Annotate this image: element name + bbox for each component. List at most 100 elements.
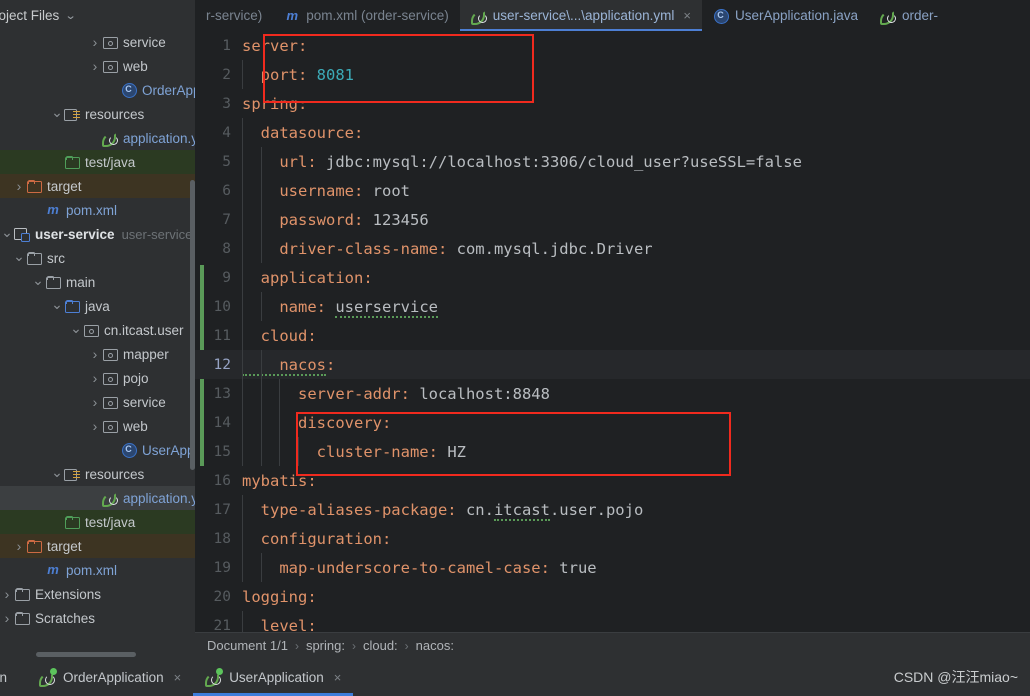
tree-item-label: test/java xyxy=(85,154,136,170)
tree-item-label: pom.xml xyxy=(66,562,118,578)
close-icon[interactable]: × xyxy=(334,670,342,685)
resources-folder-icon xyxy=(64,106,80,122)
chevron-right-icon[interactable] xyxy=(12,179,26,194)
project-panel-header[interactable]: roject Files ⌄ xyxy=(0,0,195,30)
package-icon xyxy=(83,322,99,338)
code-line[interactable]: 7 password: 123456 xyxy=(195,205,1030,234)
tree-item-pojo[interactable]: pojo xyxy=(0,366,195,390)
chevron-right-icon[interactable] xyxy=(88,35,102,50)
tree-item-userapplica[interactable]: UserApplica xyxy=(0,438,195,462)
chevron-down-icon[interactable] xyxy=(50,299,64,314)
tree-item-cn-itcast-user[interactable]: cn.itcast.user xyxy=(0,318,195,342)
tree-item-pom-xml[interactable]: m pom.xml xyxy=(0,558,195,582)
code-line[interactable]: 18 configuration: xyxy=(195,524,1030,553)
tree-item-web[interactable]: web xyxy=(0,54,195,78)
folder-icon xyxy=(26,538,42,554)
chevron-right-icon[interactable] xyxy=(88,347,102,362)
code-line[interactable]: 13 server-addr: localhost:8848 xyxy=(195,379,1030,408)
project-tree[interactable]: service web OrderApplic resources applicatio… xyxy=(0,30,195,642)
tree-item-java[interactable]: java xyxy=(0,294,195,318)
chevron-down-icon[interactable] xyxy=(69,323,83,338)
code-line[interactable]: 19 map-underscore-to-camel-case: true xyxy=(195,553,1030,582)
tree-item-target[interactable]: target xyxy=(0,174,195,198)
breadcrumb-item-nacos[interactable]: nacos: xyxy=(416,638,454,653)
tree-item-src[interactable]: src xyxy=(0,246,195,270)
code-line[interactable]: 15 cluster-name: HZ xyxy=(195,437,1030,466)
chevron-right-icon[interactable] xyxy=(88,371,102,386)
editor-tab-pom-xml-order-service[interactable]: m pom.xml (order-service) xyxy=(273,0,460,31)
chevron-down-icon[interactable] xyxy=(50,467,64,482)
code-line[interactable]: 21 level: xyxy=(195,611,1030,632)
chevron-right-icon[interactable] xyxy=(0,611,14,626)
editor-tab-order[interactable]: order- xyxy=(869,0,949,31)
close-icon[interactable]: × xyxy=(683,8,691,23)
tree-item-web[interactable]: web xyxy=(0,414,195,438)
indent-guide xyxy=(242,176,243,205)
code-line-text: application: xyxy=(242,269,373,287)
code-line[interactable]: 4 datasource: xyxy=(195,118,1030,147)
code-line[interactable]: 2 port: 8081 xyxy=(195,60,1030,89)
tree-item-label: application.yml xyxy=(123,130,195,146)
tree-item-service[interactable]: service xyxy=(0,30,195,54)
code-line[interactable]: 17 type-aliases-package: cn.itcast.user.… xyxy=(195,495,1030,524)
tree-item-service[interactable]: service xyxy=(0,390,195,414)
chevron-right-icon[interactable] xyxy=(88,395,102,410)
breadcrumb-item-spring[interactable]: spring: xyxy=(306,638,345,653)
chevron-right-icon[interactable] xyxy=(0,587,14,602)
chevron-down-icon[interactable] xyxy=(12,251,26,266)
code-line[interactable]: 14 discovery: xyxy=(195,408,1030,437)
tree-item-user-service[interactable]: user-service user-service xyxy=(0,222,195,246)
tree-item-application-yml[interactable]: application.yml xyxy=(0,126,195,150)
code-line[interactable]: 8 driver-class-name: com.mysql.jdbc.Driv… xyxy=(195,234,1030,263)
chevron-down-icon[interactable] xyxy=(31,275,45,290)
tree-item-target[interactable]: target xyxy=(0,534,195,558)
tree-item-test-java[interactable]: test/java xyxy=(0,150,195,174)
tree-item-test-java[interactable]: test/java xyxy=(0,510,195,534)
editor-tab-userapplication-java[interactable]: UserApplication.java xyxy=(702,0,869,31)
tree-item-resources[interactable]: resources xyxy=(0,462,195,486)
tree-item-extensions[interactable]: Extensions xyxy=(0,582,195,606)
editor-tab-user-service-application-yml[interactable]: user-service\...\application.yml × xyxy=(459,0,703,31)
code-line[interactable]: 16 mybatis: xyxy=(195,466,1030,495)
code-content[interactable]: 1 server: 2 port: 8081 3 spring: 4 datasource… xyxy=(195,31,1030,632)
code-line[interactable]: 9 application: xyxy=(195,263,1030,292)
chevron-right-icon[interactable] xyxy=(88,59,102,74)
run-tab-userapplication[interactable]: UserApplication × xyxy=(193,658,354,696)
indent-guide xyxy=(242,147,243,176)
line-number: 7 xyxy=(222,211,231,228)
code-line[interactable]: 3 spring: xyxy=(195,89,1030,118)
close-icon[interactable]: × xyxy=(174,670,182,685)
line-number: 1 xyxy=(222,37,231,54)
tree-item-orderapplic[interactable]: OrderApplic xyxy=(0,78,195,102)
tree-item-pom-xml[interactable]: m pom.xml xyxy=(0,198,195,222)
chevron-right-icon[interactable] xyxy=(88,419,102,434)
code-line[interactable]: 1 server: xyxy=(195,31,1030,60)
breadcrumb-item-cloud[interactable]: cloud: xyxy=(363,638,398,653)
sidebar-horizontal-scrollbar[interactable] xyxy=(0,650,195,658)
line-number: 16 xyxy=(213,472,231,489)
code-token: nacos xyxy=(242,355,326,376)
tree-item-resources[interactable]: resources xyxy=(0,102,195,126)
tree-item-label: cn.itcast.user xyxy=(104,322,184,338)
tree-item-scratches[interactable]: Scratches xyxy=(0,606,195,630)
code-line[interactable]: 5 url: jdbc:mysql://localhost:3306/cloud… xyxy=(195,147,1030,176)
tree-item-application-yml[interactable]: application.yml xyxy=(0,486,195,510)
chevron-right-icon[interactable] xyxy=(12,539,26,554)
code-line[interactable]: 10 name: userservice xyxy=(195,292,1030,321)
code-line[interactable]: 20 logging: xyxy=(195,582,1030,611)
code-line[interactable]: 11 cloud: xyxy=(195,321,1030,350)
tree-item-main[interactable]: main xyxy=(0,270,195,294)
run-tab-orderapplication[interactable]: OrderApplication × xyxy=(27,658,193,696)
maven-icon: m xyxy=(47,202,59,217)
code-line[interactable]: 6 username: root xyxy=(195,176,1030,205)
chevron-down-icon[interactable]: ⌄ xyxy=(65,9,77,22)
chevron-down-icon[interactable] xyxy=(50,107,64,122)
chevron-down-icon[interactable] xyxy=(0,227,14,242)
editor-tab-r-service[interactable]: r-service) xyxy=(195,0,273,31)
code-line[interactable]: 12 nacos: xyxy=(195,350,1030,379)
indent-guide xyxy=(260,379,262,408)
tree-item-mapper[interactable]: mapper xyxy=(0,342,195,366)
line-number: 8 xyxy=(222,240,231,257)
indent-guide xyxy=(242,263,243,292)
code-editor[interactable]: 1 server: 2 port: 8081 3 spring: 4 datasource… xyxy=(195,31,1030,632)
